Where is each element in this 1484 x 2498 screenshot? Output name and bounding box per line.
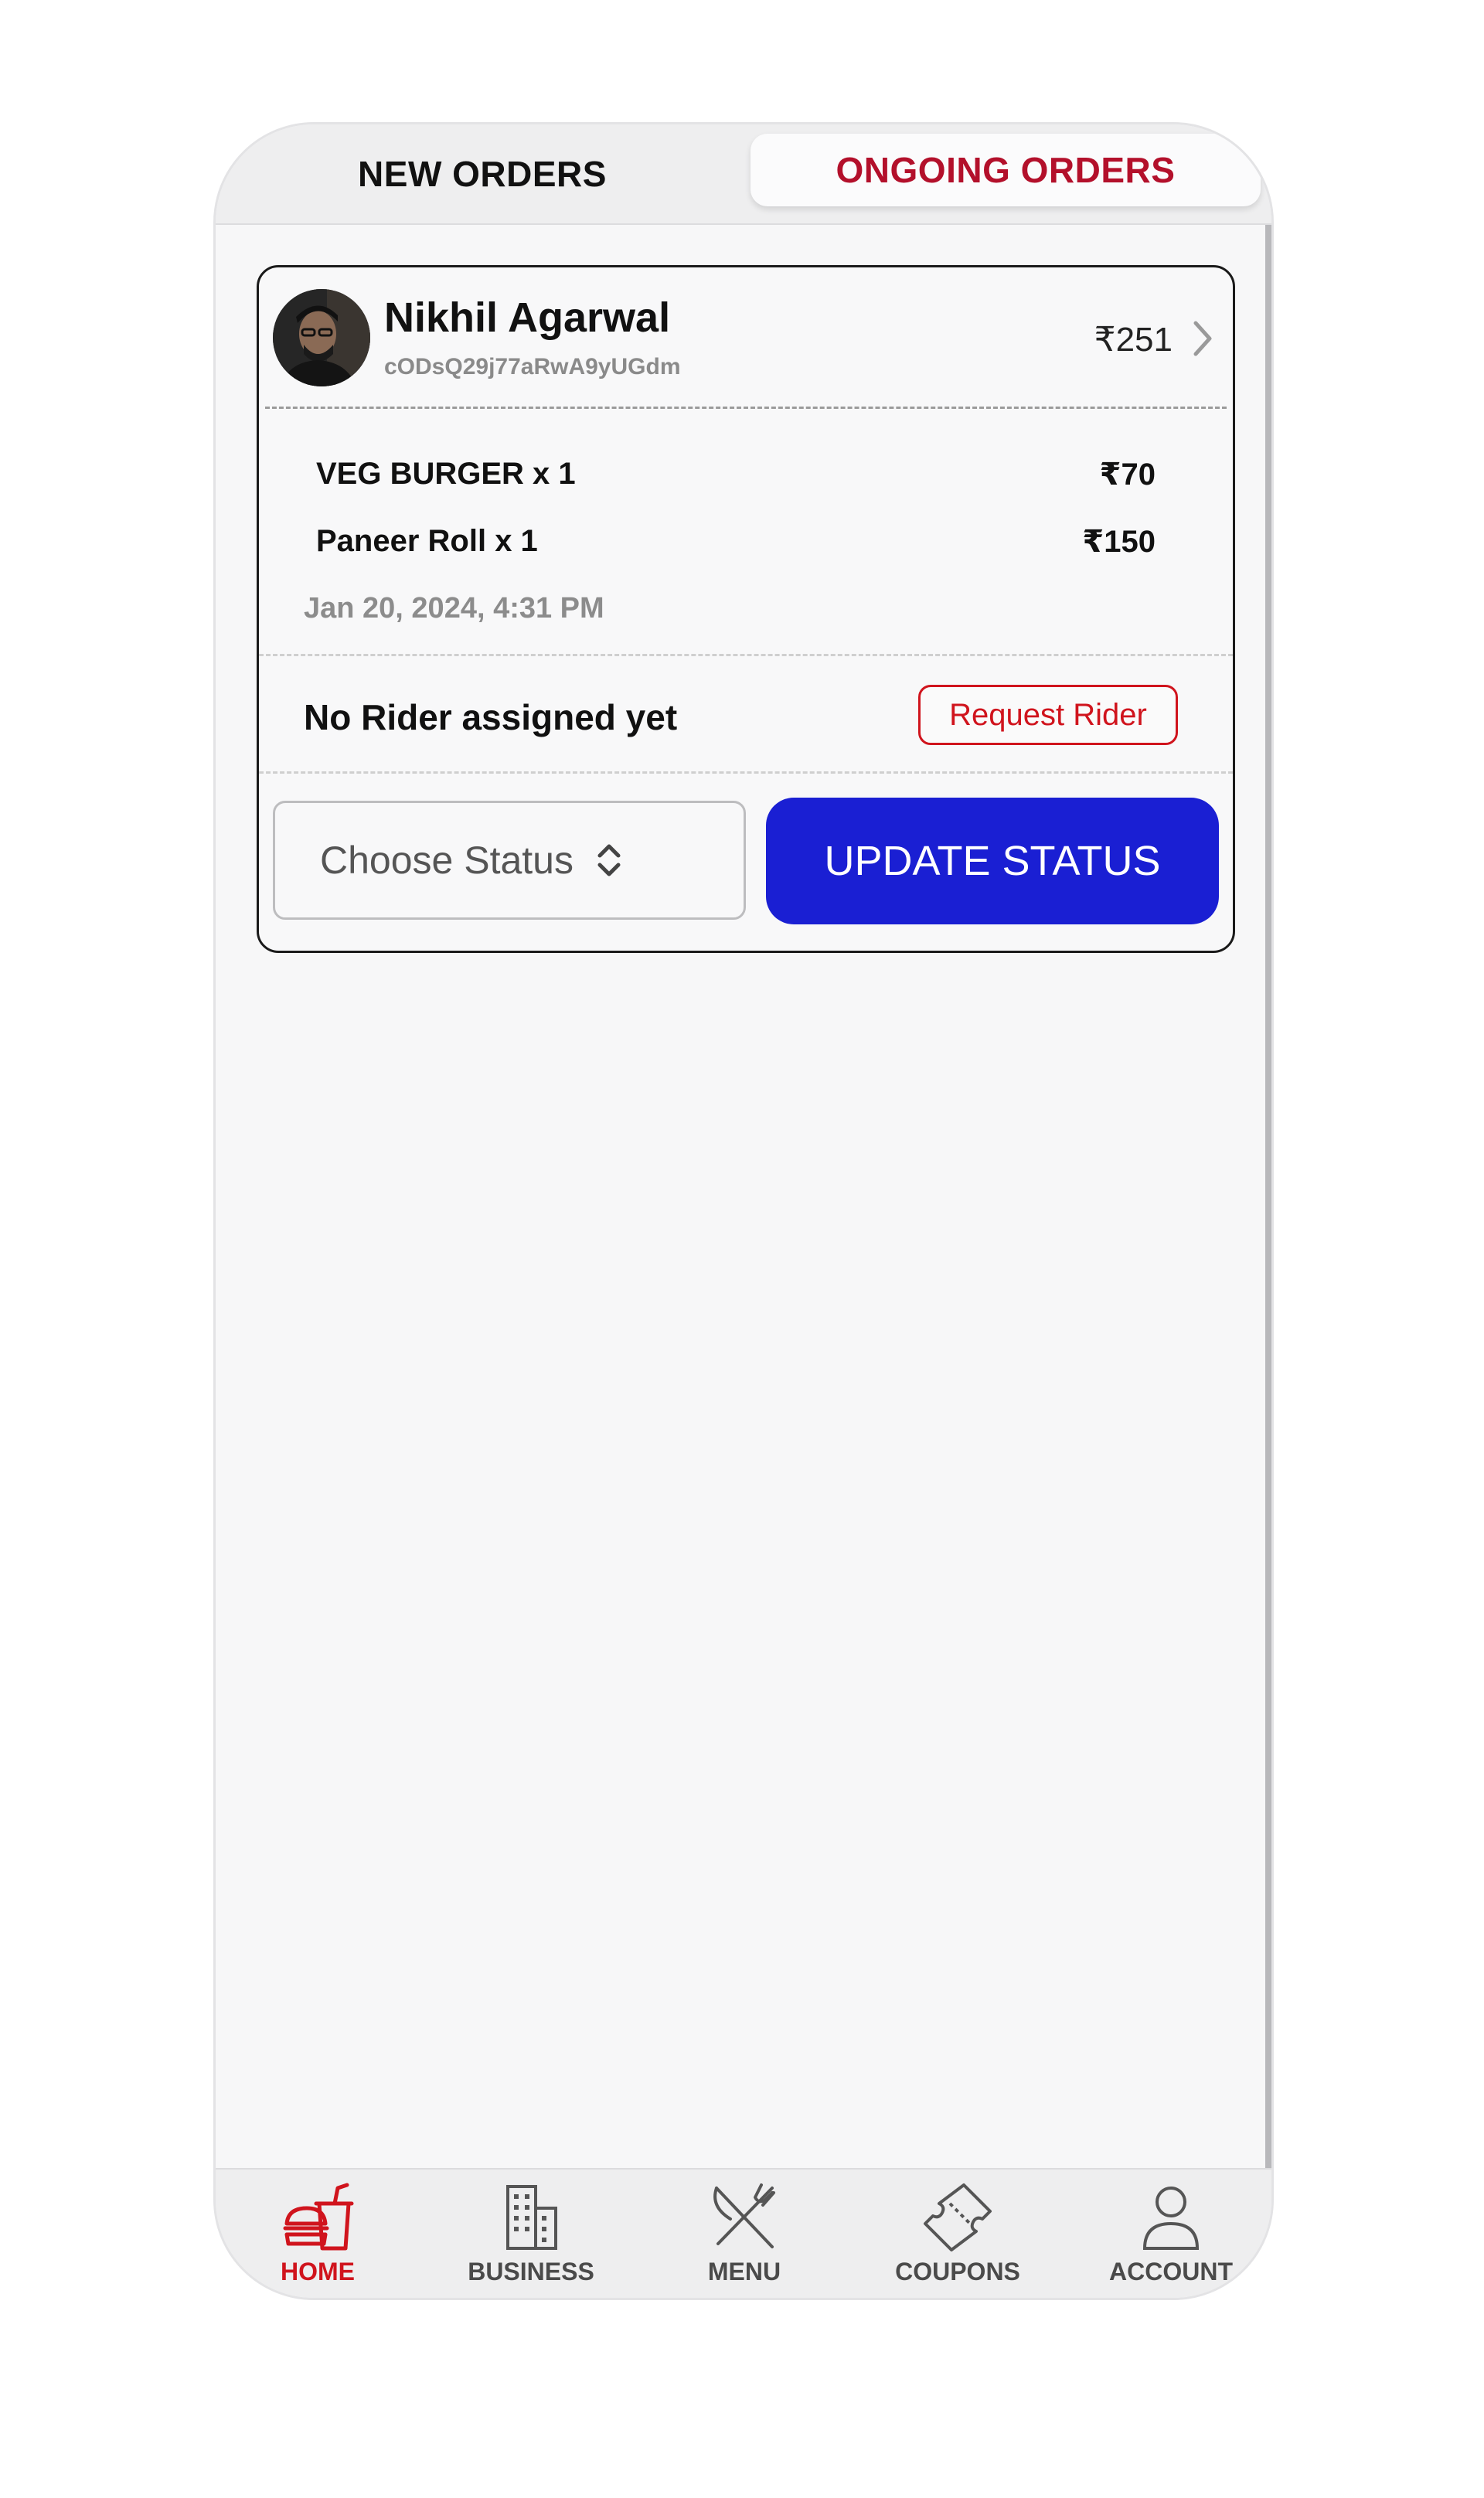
request-rider-button[interactable]: Request Rider bbox=[918, 685, 1178, 745]
fast-food-icon bbox=[283, 2183, 354, 2251]
order-card: Nikhil Agarwal cODsQ29j77aRwA9yUGdm ₹251… bbox=[257, 265, 1235, 953]
chevron-right-icon[interactable] bbox=[1188, 317, 1219, 360]
nav-label-business: BUSINESS bbox=[468, 2258, 594, 2285]
nav-item-business[interactable]: BUSINESS bbox=[431, 2180, 631, 2289]
nav-label-home: HOME bbox=[281, 2258, 355, 2285]
divider bbox=[265, 407, 1227, 409]
bottom-nav: HOME BUSINESS MENU COUPONS ACCOUNT bbox=[216, 2168, 1271, 2298]
customer-id: cODsQ29j77aRwA9yUGdm bbox=[384, 354, 681, 379]
nav-label-account: ACCOUNT bbox=[1109, 2258, 1233, 2285]
order-item-price: ₹150 bbox=[1082, 525, 1156, 559]
nav-item-menu[interactable]: MENU bbox=[644, 2180, 845, 2289]
order-item-name: Paneer Roll x 1 bbox=[316, 524, 538, 558]
fork-knife-icon bbox=[713, 2183, 775, 2248]
status-select[interactable]: Choose Status bbox=[273, 801, 746, 920]
user-icon bbox=[1142, 2187, 1200, 2250]
nav-item-account[interactable]: ACCOUNT bbox=[1070, 2180, 1271, 2289]
status-select-label: Choose Status bbox=[320, 839, 574, 882]
divider bbox=[259, 771, 1233, 774]
tab-ongoing-orders[interactable]: ONGOING ORDERS bbox=[751, 134, 1261, 206]
avatar bbox=[273, 289, 370, 386]
chevron-up-down-icon bbox=[597, 844, 621, 876]
nav-item-coupons[interactable]: COUPONS bbox=[857, 2180, 1058, 2289]
order-date: Jan 20, 2024, 4:31 PM bbox=[304, 592, 604, 624]
ticket-icon bbox=[924, 2183, 992, 2251]
order-total: ₹251 bbox=[1094, 321, 1173, 359]
avatar-image bbox=[273, 289, 370, 386]
building-icon bbox=[506, 2185, 557, 2250]
update-status-button[interactable]: UPDATE STATUS bbox=[766, 798, 1219, 924]
rider-status: No Rider assigned yet bbox=[304, 697, 678, 737]
nav-label-coupons: COUPONS bbox=[895, 2258, 1020, 2285]
order-item-price: ₹70 bbox=[1099, 458, 1156, 492]
order-item-name: VEG BURGER x 1 bbox=[316, 457, 576, 491]
phone-frame: NEW ORDERS ONGOING ORDERS Nikhil Agarwal… bbox=[213, 122, 1274, 2300]
divider bbox=[259, 654, 1233, 656]
scrollbar[interactable] bbox=[1265, 225, 1271, 2173]
customer-name: Nikhil Agarwal bbox=[384, 294, 671, 341]
order-tabs: NEW ORDERS ONGOING ORDERS bbox=[216, 124, 1271, 225]
tab-new-orders[interactable]: NEW ORDERS bbox=[216, 124, 749, 223]
nav-item-home[interactable]: HOME bbox=[217, 2180, 418, 2289]
nav-label-menu: MENU bbox=[707, 2258, 781, 2285]
